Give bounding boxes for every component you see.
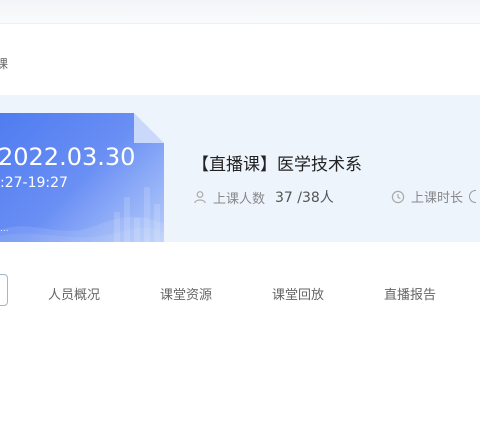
cover-tag: ... bbox=[0, 224, 9, 234]
attendance-stat: 上课人数 37 /38人 bbox=[193, 187, 334, 207]
cover-wave bbox=[0, 216, 164, 242]
duration-value-cropped bbox=[469, 190, 477, 203]
tab-live-report[interactable]: 直播报告 bbox=[384, 284, 436, 303]
cover-time: :27-19:27 bbox=[0, 175, 68, 191]
tab-bar: 人员概况 课堂资源 课堂回放 直播报告 bbox=[0, 272, 480, 310]
breadcrumb-current: 课 bbox=[0, 57, 9, 71]
attendance-label: 上课人数 bbox=[213, 191, 266, 207]
clock-icon bbox=[391, 190, 405, 203]
person-icon bbox=[194, 191, 206, 204]
tab-active-cropped[interactable] bbox=[0, 274, 8, 306]
cover-page-fold bbox=[134, 113, 164, 143]
breadcrumb: 课 bbox=[0, 55, 8, 72]
duration-label: 上课时长 bbox=[411, 191, 464, 206]
cover-date: 2022.03.30 bbox=[0, 143, 136, 171]
tab-class-resources[interactable]: 课堂资源 bbox=[160, 284, 212, 303]
duration-stat: 上课时长 bbox=[391, 187, 477, 206]
tab-class-playback[interactable]: 课堂回放 bbox=[272, 284, 324, 303]
tab-people-overview[interactable]: 人员概况 bbox=[48, 284, 100, 303]
course-title: 【直播课】医学技术系 bbox=[192, 155, 362, 175]
attendance-value: 37 /38人 bbox=[275, 190, 334, 206]
top-bar bbox=[0, 0, 480, 24]
